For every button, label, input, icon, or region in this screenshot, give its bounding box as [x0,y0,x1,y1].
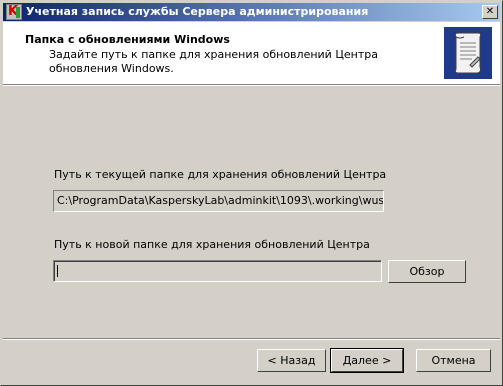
kaspersky-app-icon: K [6,4,22,20]
current-folder-field: C:\ProgramData\KasperskyLab\adminkit\109… [53,190,384,212]
title-bar[interactable]: K Учетная запись службы Сервера админист… [3,3,500,21]
page-subtitle: Задайте путь к папке для хранения обновл… [49,48,378,75]
new-folder-input[interactable] [53,260,382,282]
back-button[interactable]: < Назад [257,349,326,372]
scroll-document-icon [444,27,492,79]
next-button[interactable]: Далее > [330,348,404,373]
window-title: Учетная запись службы Сервера администри… [26,5,369,18]
close-button[interactable]: ✕ [482,5,498,19]
dialog-window: K Учетная запись службы Сервера админист… [0,0,503,386]
new-folder-label: Путь к новой папке для хранения обновлен… [54,238,370,251]
page-title: Папка с обновлениями Windows [25,33,230,46]
browse-button[interactable]: Обзор [388,260,466,283]
wizard-header: Папка с обновлениями Windows Задайте пут… [3,22,500,84]
cancel-button[interactable]: Отмена [416,349,491,372]
current-folder-label: Путь к текущей папке для хранения обновл… [54,168,387,181]
